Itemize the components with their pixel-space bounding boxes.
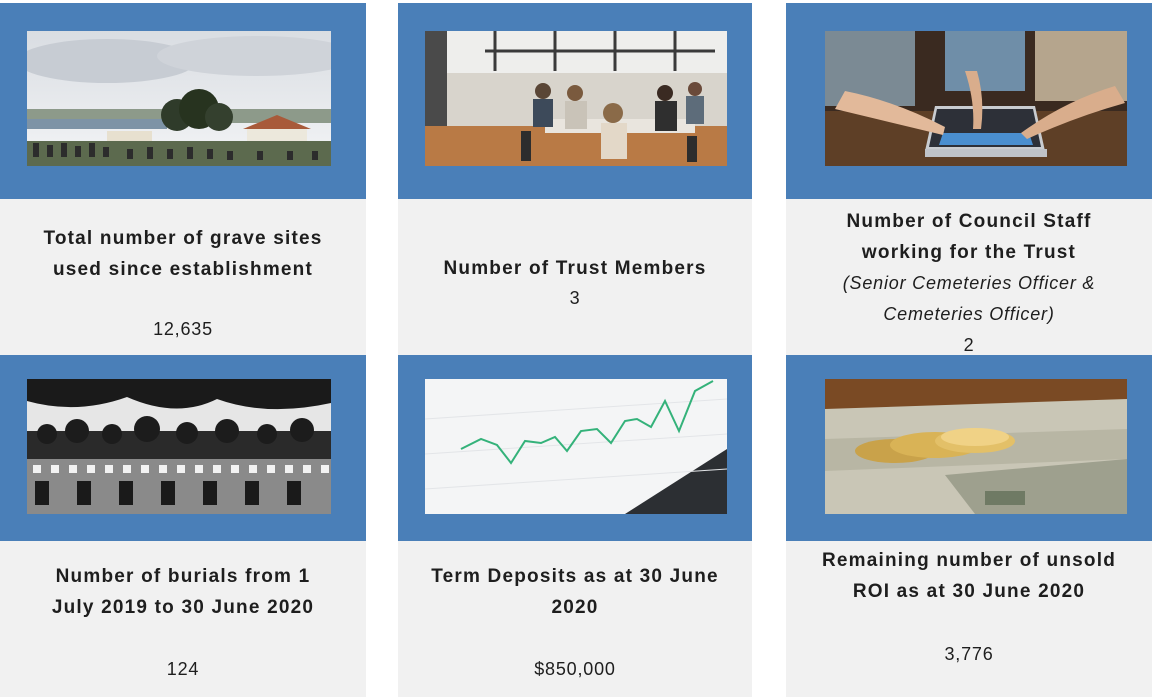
card-title: used since establishment (52, 259, 314, 280)
card-title: Term Deposits as at 30 June (431, 566, 719, 587)
card-title: Total number of grave sites (43, 228, 323, 249)
card-title: 2020 (551, 597, 599, 618)
card-value: 2 (963, 335, 975, 355)
card-value: 3,776 (944, 644, 994, 664)
photo-frame (786, 355, 1152, 541)
card-value: 12,635 (153, 319, 213, 339)
gold-coins-banknotes-photo (825, 379, 1127, 514)
card-title: ROI as at 30 June 2020 (852, 581, 1086, 602)
photo-frame (0, 355, 366, 541)
stat-card-trust-members: Number of Trust Members 3 (398, 3, 752, 355)
card-note: Cemeteries Officer) (883, 304, 1055, 324)
stat-card-burials: Number of burials from 1 July 2019 to 30… (0, 355, 366, 697)
stat-card-term-deposits: Term Deposits as at 30 June 2020 $850,00… (398, 355, 752, 697)
photo-frame (398, 3, 752, 199)
photo-frame (398, 355, 752, 541)
card-value: 3 (569, 288, 581, 308)
stat-card-council-staff: Number of Council Staff working for the … (786, 3, 1152, 355)
card-value: 124 (166, 659, 200, 679)
card-value: $850,000 (534, 659, 616, 679)
meeting-room-photo (425, 31, 727, 166)
card-title: Number of Council Staff (846, 211, 1092, 232)
card-title: working for the Trust (861, 242, 1077, 263)
stat-card-grave-sites: Total number of grave sites used since e… (0, 3, 366, 355)
photo-frame (786, 3, 1152, 199)
card-title: July 2019 to 30 June 2020 (51, 597, 315, 618)
photo-frame (0, 3, 366, 199)
stat-card-unsold-roi: Remaining number of unsold ROI as at 30 … (786, 355, 1152, 697)
card-title: Number of burials from 1 (55, 566, 311, 587)
stock-chart-photo (425, 379, 727, 514)
card-title: Number of Trust Members (443, 258, 707, 279)
cemetery-landscape-photo (27, 31, 331, 166)
laptop-hands-photo (825, 31, 1127, 166)
card-note: (Senior Cemeteries Officer & (842, 273, 1096, 293)
war-graves-bw-photo (27, 379, 331, 514)
card-title: Remaining number of unsold (821, 550, 1117, 571)
